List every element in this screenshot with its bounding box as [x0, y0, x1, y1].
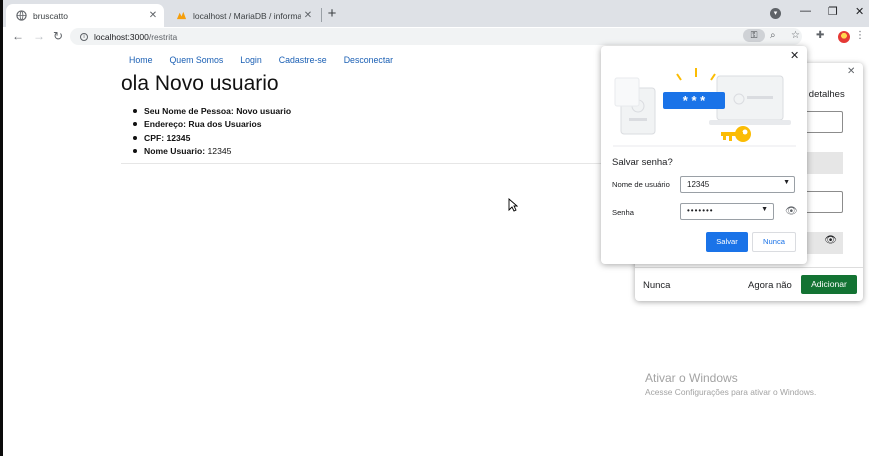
page-title: ola Novo usuario — [121, 72, 279, 95]
dialog-password-field[interactable]: 👁 — [805, 232, 843, 254]
zoom-icon[interactable]: ⌕ — [770, 30, 776, 41]
detail-value: 12345 — [207, 145, 232, 156]
extensions-icon[interactable]: ✚ — [816, 30, 824, 41]
detail-value: 12345 — [166, 132, 191, 143]
username-value: 12345 — [687, 180, 710, 189]
back-icon[interactable]: ← — [12, 29, 24, 43]
tab-title: localhost / MariaDB / informativ — [193, 10, 301, 21]
mouse-cursor-icon — [508, 198, 518, 212]
globe-icon — [16, 10, 27, 21]
new-tab-button[interactable]: + — [325, 5, 339, 22]
detail-label: CPF: — [144, 132, 165, 143]
dropdown-arrow-icon: ▼ — [783, 179, 790, 186]
dialog-field-disabled — [805, 152, 843, 174]
tab-mariadb[interactable]: localhost / MariaDB / informativ ✕ — [166, 4, 319, 27]
show-password-eye-icon[interactable]: 👁 — [785, 206, 798, 217]
save-password-bubble: ✕ * * * Salvar senha? Nome de usuário 12… — [601, 46, 807, 264]
key-icon[interactable]: ⚿ — [743, 29, 765, 42]
forward-icon[interactable]: → — [33, 29, 45, 43]
list-item: Endereço: Rua dos Usuarios — [132, 119, 291, 132]
windows-watermark-title: Ativar o Windows — [645, 371, 738, 385]
more-menu-icon[interactable]: ⋮ — [855, 30, 865, 41]
eye-icon[interactable]: 👁 — [824, 235, 837, 246]
tab-close-icon[interactable]: ✕ — [301, 10, 315, 21]
dialog-field[interactable] — [805, 191, 843, 213]
nav-login[interactable]: Login — [240, 55, 262, 65]
list-item: CPF: 12345 — [132, 132, 291, 146]
restore-icon[interactable]: ❐ — [828, 5, 838, 18]
dialog-partial-text: r detalhes — [803, 89, 845, 100]
password-illustration-icon: * * * — [613, 68, 796, 147]
detail-label: Nome Usuario: — [144, 145, 206, 156]
save-password-question: Salvar senha? — [612, 157, 673, 168]
password-select[interactable]: ••••••• ▼ — [680, 203, 774, 220]
list-item: Nome Usuario: 12345 — [132, 145, 291, 159]
detail-label: Endereço: — [144, 119, 187, 130]
tab-strip: bruscatto ✕ localhost / MariaDB / inform… — [3, 0, 869, 27]
screen: bruscatto ✕ localhost / MariaDB / inform… — [0, 0, 869, 456]
username-label: Nome de usuário — [612, 180, 670, 189]
bookmark-star-icon[interactable]: ☆ — [791, 30, 800, 41]
password-label: Senha — [612, 208, 634, 217]
reload-icon[interactable]: ↻ — [53, 29, 63, 43]
minimize-icon[interactable]: — — [800, 5, 811, 17]
username-select[interactable]: 12345 ▼ — [680, 176, 795, 193]
tab-close-icon[interactable]: ✕ — [146, 10, 160, 21]
nav-home[interactable]: Home — [129, 55, 152, 65]
never-button[interactable]: Nunca — [752, 232, 796, 252]
site-info-icon[interactable]: i — [80, 32, 88, 41]
dialog-not-now-button[interactable]: Agora não — [748, 280, 792, 291]
close-window-icon[interactable]: ✕ — [855, 5, 864, 18]
detail-value: Novo usuario — [236, 106, 292, 116]
dialog-field[interactable] — [805, 111, 843, 133]
detail-label: Seu Nome de Pessoa: — [144, 106, 234, 116]
dialog-never-button[interactable]: Nunca — [643, 280, 670, 291]
list-item: Seu Nome de Pessoa: Novo usuario — [132, 106, 292, 119]
password-value: ••••••• — [687, 206, 714, 215]
nav-cadastre-se[interactable]: Cadastre-se — [279, 55, 327, 65]
windows-watermark-subtitle: Acesse Configurações para ativar o Windo… — [645, 387, 817, 397]
address-path: /restrita — [148, 31, 178, 42]
nav-desconectar[interactable]: Desconectar — [344, 55, 393, 65]
profile-avatar-icon[interactable] — [838, 31, 850, 43]
dialog-add-button[interactable]: Adicionar — [801, 275, 857, 294]
dialog-close-icon[interactable]: ✕ — [847, 66, 855, 77]
divider — [121, 163, 621, 164]
nav-quem-somos[interactable]: Quem Somos — [169, 55, 223, 65]
phpmyadmin-icon — [176, 11, 187, 20]
illustration-text: * * * — [683, 93, 706, 108]
address-host: localhost:3000 — [94, 31, 149, 42]
save-button[interactable]: Salvar — [706, 232, 748, 252]
tab-bruscatto[interactable]: bruscatto ✕ — [6, 4, 164, 27]
site-nav: Home Quem Somos Login Cadastre-se Descon… — [129, 55, 393, 65]
bubble-close-icon[interactable]: ✕ — [790, 49, 799, 62]
tab-search-icon[interactable]: ▾ — [770, 8, 781, 19]
toolbar: ← → ↻ i localhost:3000/restrita ⚿ ⌕ ☆ ✚ … — [3, 27, 869, 47]
tab-separator — [321, 8, 322, 22]
address-bar[interactable]: i localhost:3000/restrita — [70, 28, 802, 45]
tab-title: bruscatto — [33, 10, 68, 21]
detail-value: Rua dos Usuarios — [188, 119, 262, 130]
user-details-list: Seu Nome de Pessoa: Novo usuario Endereç… — [132, 106, 292, 159]
dropdown-arrow-icon: ▼ — [761, 206, 769, 213]
